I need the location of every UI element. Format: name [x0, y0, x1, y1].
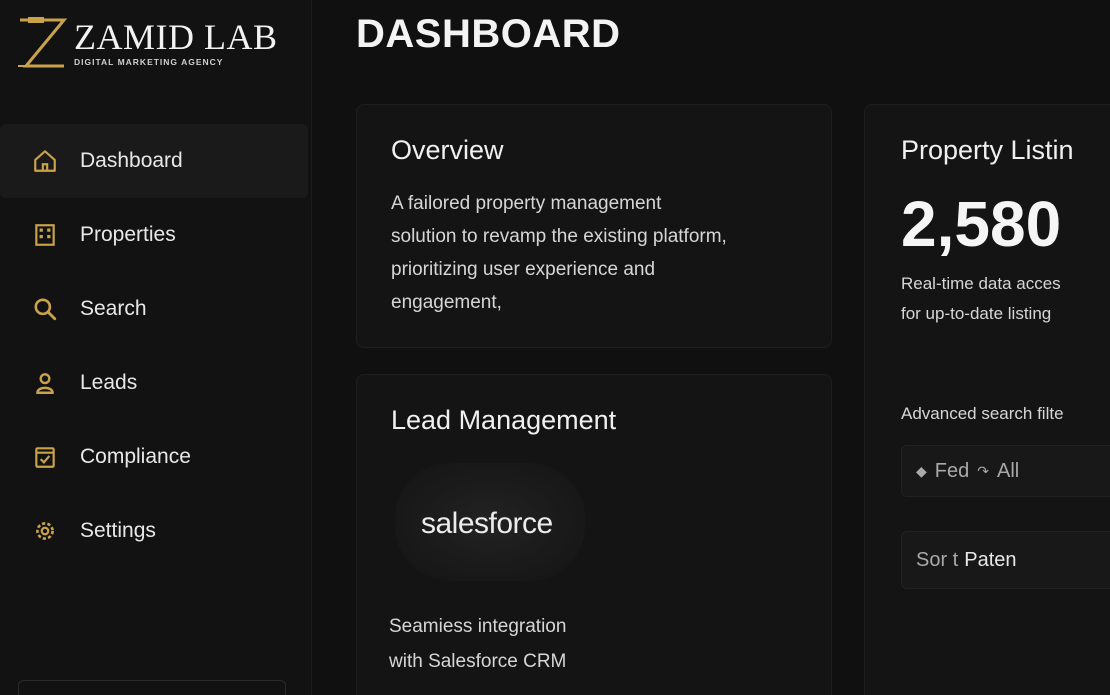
overview-line: A failored property management [391, 193, 662, 214]
sidebar-item-compliance[interactable]: Compliance [0, 420, 312, 494]
brand-name: ZAMID LAB [74, 17, 278, 57]
overview-card: Overview A failored property management … [356, 104, 832, 348]
overview-line: solution to revamp the existing platform… [391, 226, 727, 247]
listing-line: for up-to-date listing [901, 304, 1052, 323]
overview-line: prioritizing user experience and [391, 259, 656, 280]
brand-text: ZAMID LAB DIGITAL MARKETING AGENCY [74, 19, 277, 67]
sort-dropdown[interactable]: Sor t Paten [901, 531, 1110, 589]
user-icon [30, 368, 60, 398]
sidebar-item-label: Leads [80, 371, 138, 394]
lead-management-description: Seamiess integration with Salesforce CRM [389, 609, 566, 679]
sidebar-item-label: Compliance [80, 445, 191, 468]
search-icon [30, 294, 60, 324]
sidebar-item-label: Search [80, 297, 147, 320]
sidebar: ZAMID LAB DIGITAL MARKETING AGENCY Dashb… [0, 0, 312, 695]
brand-tagline: DIGITAL MARKETING AGENCY [74, 57, 224, 67]
property-listing-title: Property Listin [901, 135, 1074, 165]
sidebar-item-label: Dashboard [80, 149, 183, 172]
search-filter-bar[interactable]: ◆ Fed ↷ All [901, 445, 1110, 497]
gear-icon [30, 516, 60, 546]
sidebar-item-label: Settings [80, 519, 156, 542]
lead-management-title: Lead Management [391, 405, 617, 435]
sidebar-footer-panel [18, 680, 286, 695]
filters-label: Advanced search filte [901, 404, 1064, 423]
sidebar-item-settings[interactable]: Settings [0, 494, 312, 568]
sidebar-item-properties[interactable]: Properties [0, 198, 312, 272]
tag-icon: ↷ [977, 462, 989, 479]
property-listing-description: Real-time data acces for up-to-date list… [901, 269, 1061, 329]
salesforce-logo: salesforce [421, 507, 553, 540]
overview-description: A failored property management solution … [391, 187, 727, 319]
sidebar-item-leads[interactable]: Leads [0, 346, 312, 420]
sidebar-nav: Dashboard Properties Search Leads Compli… [0, 124, 312, 568]
sidebar-item-dashboard[interactable]: Dashboard [0, 124, 308, 198]
brand-logo[interactable]: ZAMID LAB DIGITAL MARKETING AGENCY [14, 14, 277, 72]
filter-chip-fed[interactable]: Fed [935, 460, 969, 483]
page-title: DASHBOARD [356, 12, 621, 56]
lead-management-card: Lead Management salesforce Seamiess inte… [356, 374, 832, 695]
z-logo-icon [18, 17, 68, 68]
sidebar-item-label: Properties [80, 223, 176, 246]
overview-line: engagement, [391, 292, 502, 313]
filter-chip-all[interactable]: All [997, 460, 1019, 483]
listing-line: Real-time data acces [901, 274, 1061, 293]
home-icon [30, 146, 60, 176]
building-icon [30, 220, 60, 250]
property-listing-card: Property Listin 2,580 Real-time data acc… [864, 104, 1110, 695]
sort-label: Sor t [916, 548, 959, 571]
sort-value: Paten [964, 548, 1017, 571]
checklist-icon [30, 442, 60, 472]
sidebar-item-search[interactable]: Search [0, 272, 312, 346]
lead-line: with Salesforce CRM [389, 651, 567, 672]
tag-icon: ◆ [916, 462, 927, 479]
overview-title: Overview [391, 135, 504, 165]
listing-count: 2,580 [901, 188, 1062, 260]
lead-line: Seamiess integration [389, 616, 567, 637]
app-window: ZAMID LAB DIGITAL MARKETING AGENCY Dashb… [0, 0, 1110, 695]
